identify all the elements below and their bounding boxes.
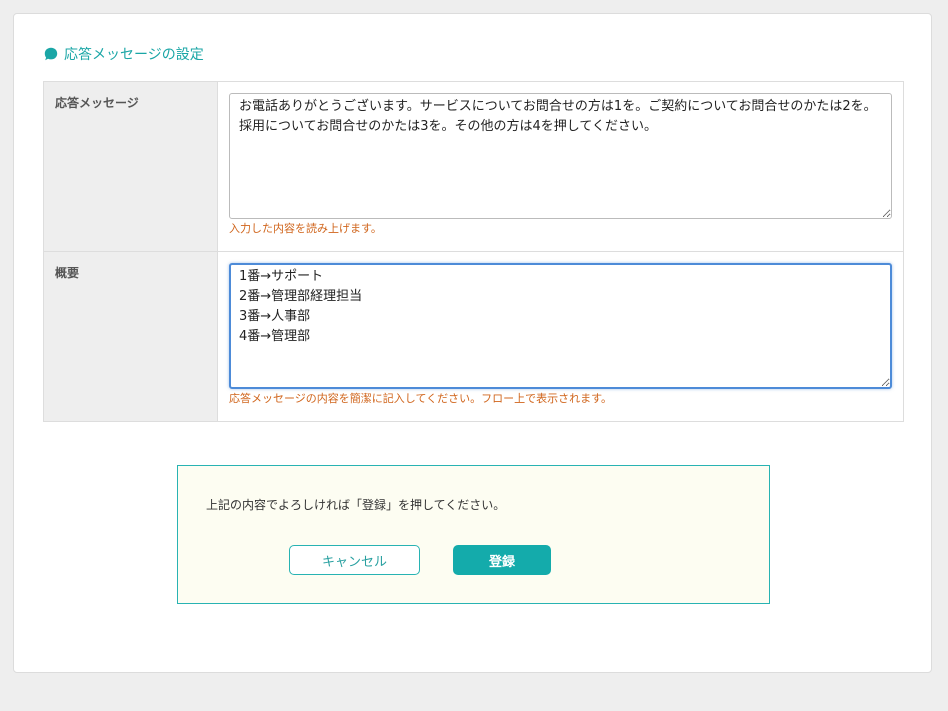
cancel-button[interactable]: キャンセル — [289, 545, 420, 575]
response-message-textarea[interactable]: お電話ありがとうございます。サービスについてお問合せの方は1を。ご契約についてお… — [229, 93, 892, 219]
field-cell-summary: 1番→サポート 2番→管理部経理担当 3番→人事部 4番→管理部 応答メッセージ… — [217, 251, 904, 422]
settings-panel: 応答メッセージの設定 応答メッセージ お電話ありがとうございます。サービスについ… — [13, 13, 932, 673]
speech-bubble-icon — [44, 47, 58, 61]
form-row-summary: 概要 1番→サポート 2番→管理部経理担当 3番→人事部 4番→管理部 応答メッ… — [43, 251, 904, 422]
confirm-message: 上記の内容でよろしければ「登録」を押してください。 — [206, 498, 506, 512]
field-label-summary: 概要 — [43, 251, 218, 422]
form-row-response-message: 応答メッセージ お電話ありがとうございます。サービスについてお問合せの方は1を。… — [43, 81, 904, 252]
register-button[interactable]: 登録 — [453, 545, 551, 575]
summary-textarea[interactable]: 1番→サポート 2番→管理部経理担当 3番→人事部 4番→管理部 — [229, 263, 892, 389]
section-title-text: 応答メッセージの設定 — [64, 47, 204, 63]
confirm-box: 上記の内容でよろしければ「登録」を押してください。 キャンセル 登録 — [177, 465, 770, 604]
summary-hint: 応答メッセージの内容を簡潔に記入してください。フロー上で表示されます。 — [229, 392, 613, 405]
settings-form: 応答メッセージ お電話ありがとうございます。サービスについてお問合せの方は1を。… — [43, 81, 904, 422]
section-title: 応答メッセージの設定 — [44, 44, 204, 64]
response-message-hint: 入力した内容を読み上げます。 — [229, 222, 382, 235]
field-cell-response-message: お電話ありがとうございます。サービスについてお問合せの方は1を。ご契約についてお… — [217, 81, 904, 252]
field-label-response-message: 応答メッセージ — [43, 81, 218, 252]
